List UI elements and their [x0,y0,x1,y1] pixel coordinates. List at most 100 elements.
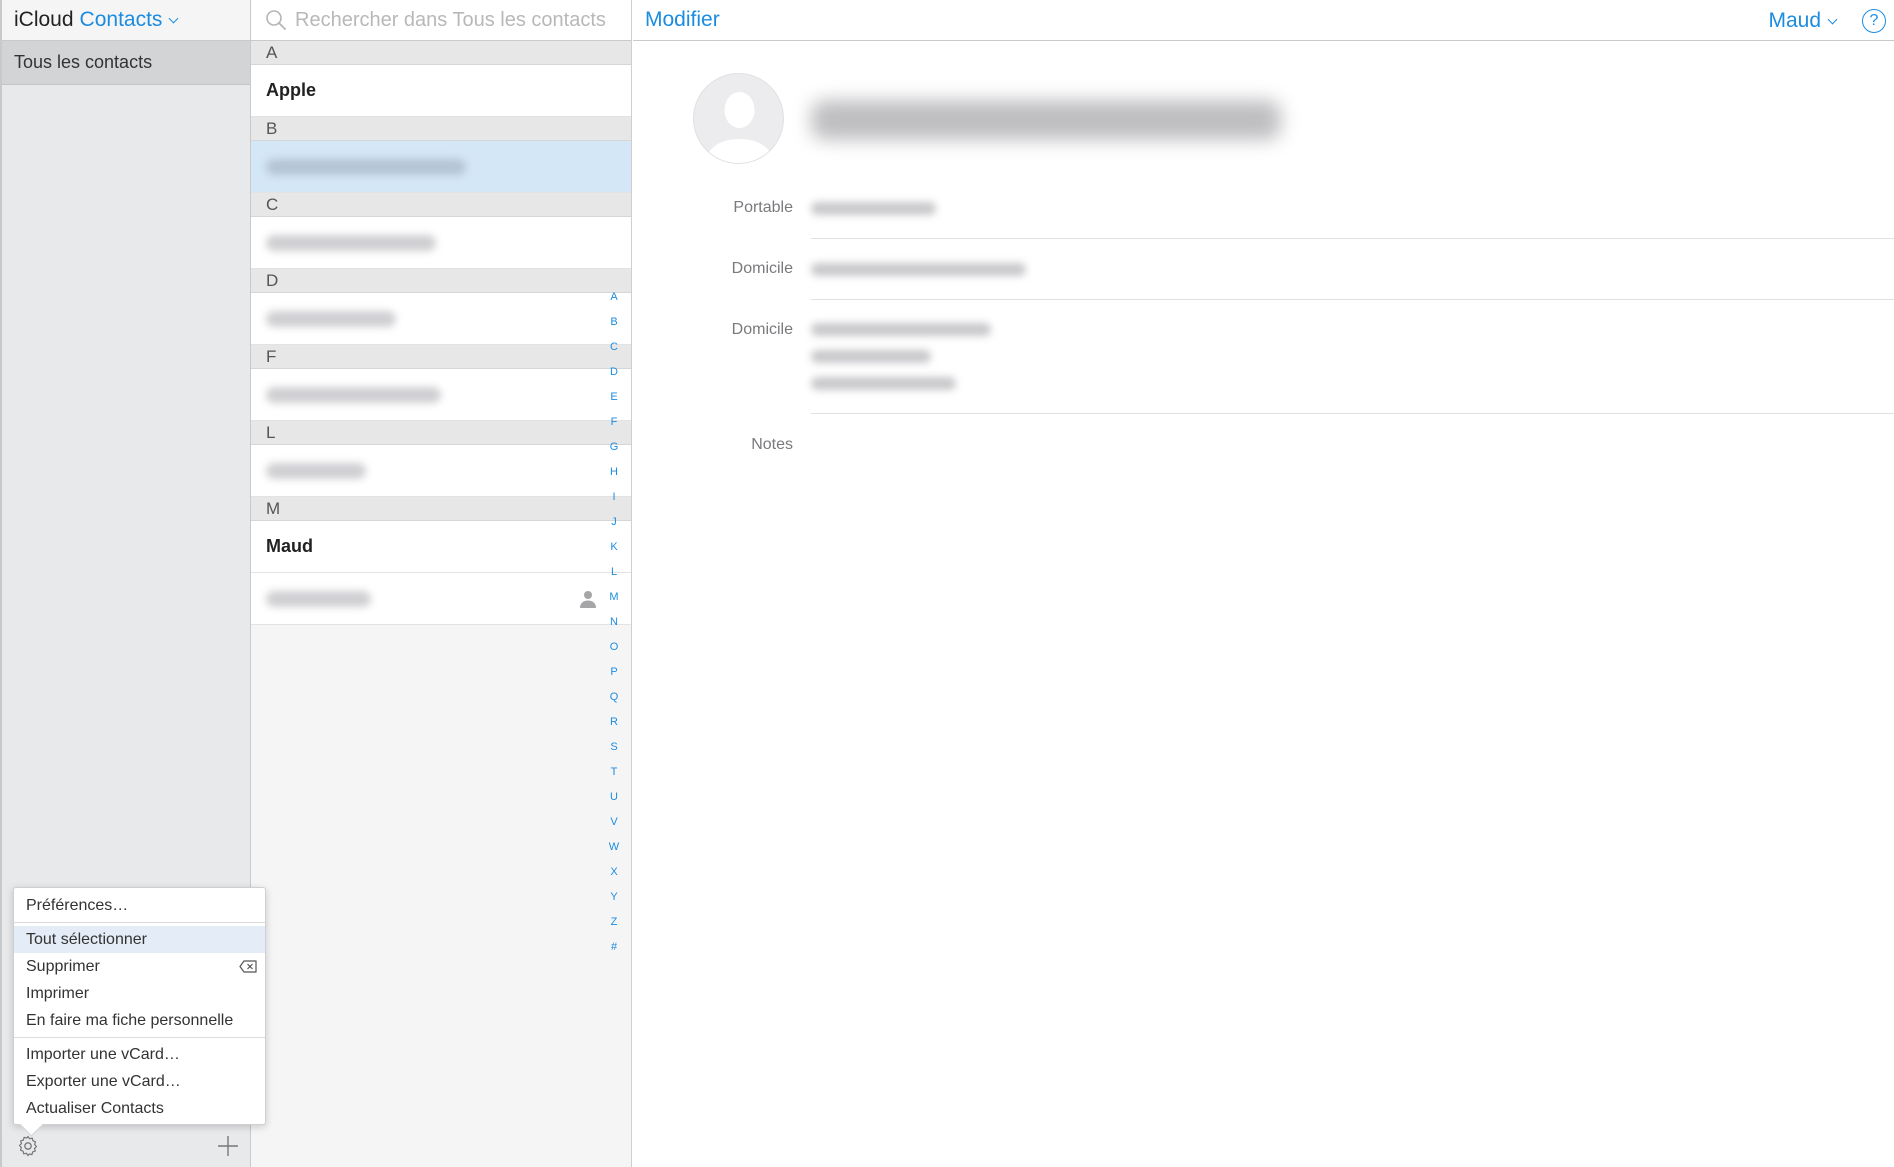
index-letter[interactable]: T [605,766,623,791]
group-all-contacts[interactable]: Tous les contacts [2,41,250,85]
search-input[interactable] [295,8,625,32]
index-letter[interactable]: # [605,941,623,966]
contact-row-apple[interactable]: Apple [251,65,631,117]
brand-label: iCloud [14,8,74,31]
contact-row[interactable] [251,445,631,497]
section-header-f: F [251,345,631,369]
app-name: Contacts [79,8,163,31]
blurred-address-line [811,323,991,336]
menu-item-print[interactable]: Imprimer [14,980,265,1007]
index-letter[interactable]: M [605,591,623,616]
field-label-notes: Notes [751,436,793,453]
my-card-icon [580,591,596,608]
avatar [693,73,784,164]
index-letter[interactable]: H [605,466,623,491]
field-divider [811,299,1894,300]
menu-item-preferences[interactable]: Préférences… [14,892,265,919]
contact-name: Maud [266,536,313,556]
index-letter[interactable]: D [605,366,623,391]
index-letter[interactable]: I [605,491,623,516]
blurred-contact-name [266,310,396,327]
index-letter[interactable]: P [605,666,623,691]
index-letter[interactable]: E [605,391,623,416]
index-letter[interactable]: V [605,816,623,841]
index-letter[interactable]: S [605,741,623,766]
contact-row-maud[interactable]: Maud [251,521,631,573]
section-header-m: M [251,497,631,521]
index-letter[interactable]: J [605,516,623,541]
field-divider [811,413,1894,414]
index-letter[interactable]: R [605,716,623,741]
contact-name: Apple [266,80,317,100]
blurred-contact-name [266,158,466,175]
field-label-home-email: Domicile [731,260,793,277]
add-contact-icon[interactable] [216,1134,240,1158]
index-letter[interactable]: N [605,616,623,641]
account-menu[interactable]: Maud [1768,9,1838,33]
sidebar-header: iCloud Contacts [2,0,250,41]
menu-item-refresh[interactable]: Actualiser Contacts [14,1095,265,1122]
person-icon [704,92,775,163]
search-icon [266,10,286,30]
help-button[interactable]: ? [1862,9,1886,33]
edit-button[interactable]: Modifier [645,8,720,32]
section-header-a: A [251,41,631,65]
menu-item-delete[interactable]: Supprimer [14,953,265,980]
blurred-contact-name [266,462,366,479]
index-letter[interactable]: O [605,641,623,666]
menu-separator [14,1037,265,1038]
contact-row[interactable] [251,293,631,345]
sidebar-footer [2,1123,250,1167]
chevron-down-icon [168,13,179,23]
section-header-d: D [251,269,631,293]
contact-list: A Apple B C D F L M Maud [251,0,632,1167]
section-header-l: L [251,421,631,445]
search-bar [251,0,631,41]
index-letter[interactable]: K [605,541,623,566]
menu-item-make-my-card[interactable]: En faire ma fiche personnelle [14,1007,265,1034]
field-label-home-address: Domicile [731,321,793,338]
index-letter[interactable]: X [605,866,623,891]
blurred-contact-name [266,590,371,607]
alphabet-index[interactable]: A B C D E F G H I J K L M N O P Q R S T … [605,291,623,966]
index-letter[interactable]: Q [605,691,623,716]
index-letter[interactable]: B [605,316,623,341]
index-letter[interactable]: F [605,416,623,441]
menu-item-label: Supprimer [26,957,100,975]
account-name: Maud [1768,9,1821,32]
blurred-address-line [811,377,956,390]
index-letter[interactable]: A [605,291,623,316]
chevron-down-icon [1827,14,1838,24]
section-header-b: B [251,117,631,141]
contact-row[interactable] [251,369,631,421]
field-divider [811,238,1894,239]
contact-row-selected[interactable] [251,141,631,193]
index-letter[interactable]: W [605,841,623,866]
contact-row[interactable] [251,217,631,269]
index-letter[interactable]: U [605,791,623,816]
section-header-c: C [251,193,631,217]
settings-menu: Préférences… Tout sélectionner Supprimer… [13,887,266,1125]
menu-item-import-vcard[interactable]: Importer une vCard… [14,1041,265,1068]
index-letter[interactable]: C [605,341,623,366]
menu-item-select-all[interactable]: Tout sélectionner [14,926,265,953]
app-switcher[interactable]: Contacts [79,8,179,32]
detail-toolbar: Modifier Maud ? [633,0,1894,41]
menu-item-export-vcard[interactable]: Exporter une vCard… [14,1068,265,1095]
gear-icon[interactable] [16,1134,40,1158]
index-letter[interactable]: G [605,441,623,466]
blurred-contact-name [266,386,441,403]
blurred-address-line [811,350,931,363]
index-letter[interactable]: Z [605,916,623,941]
blurred-phone-value [811,202,936,215]
blurred-contact-name [266,234,436,251]
contacts-app: iCloud Contacts Tous les contacts Recher… [0,0,1894,1167]
index-letter[interactable]: Y [605,891,623,916]
contact-detail: Modifier Maud ? Portable Domicile Domici… [633,0,1894,1167]
blurred-contact-title [811,100,1281,140]
delete-key-icon [239,960,257,973]
blurred-email-value [811,263,1026,276]
menu-separator [14,922,265,923]
contact-row-me[interactable] [251,573,631,625]
index-letter[interactable]: L [605,566,623,591]
